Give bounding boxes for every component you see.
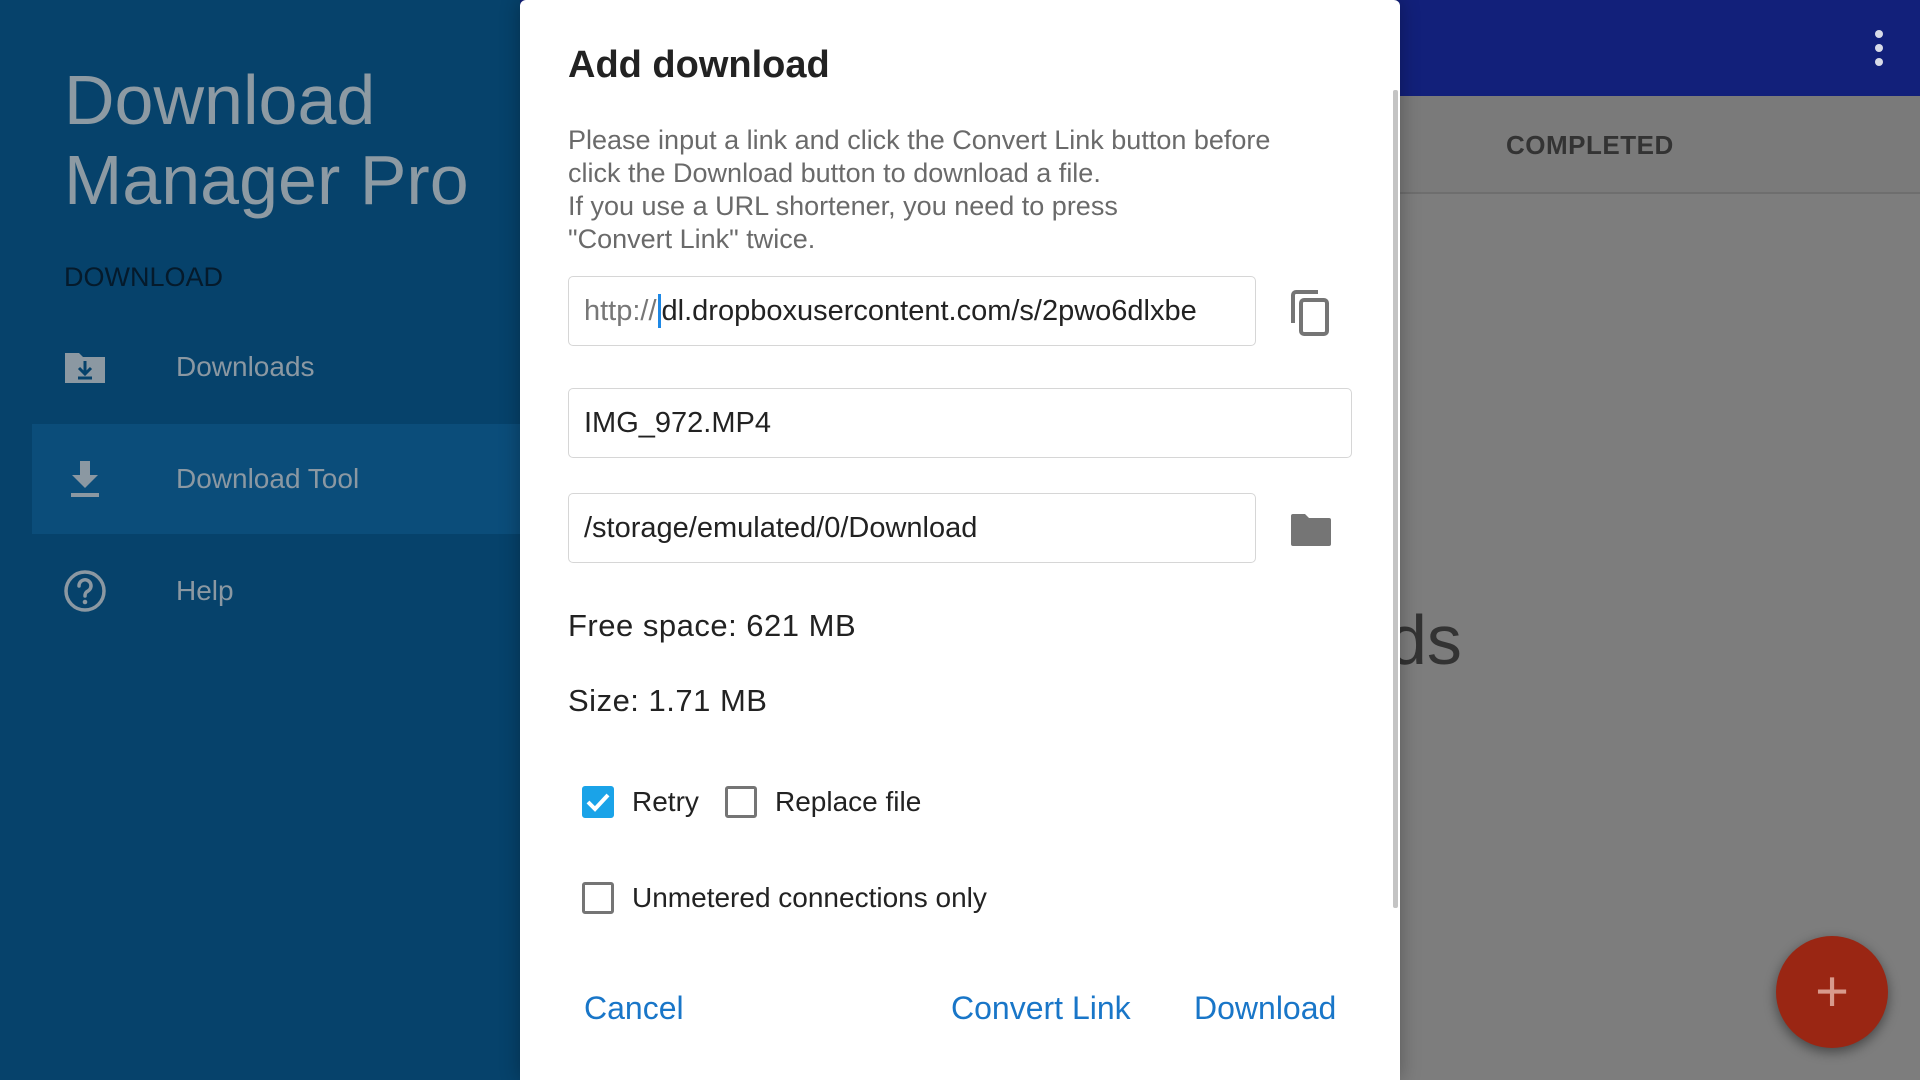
replace-file-checkbox[interactable]: Replace file xyxy=(725,786,921,818)
more-options-icon[interactable] xyxy=(1874,30,1884,66)
drawer-item-label: Help xyxy=(176,575,234,606)
add-fab-button[interactable]: + xyxy=(1776,936,1888,1048)
free-space-text: Free space: 621 MB xyxy=(568,608,857,643)
replace-file-label: Replace file xyxy=(775,786,922,817)
drawer-section-header: DOWNLOAD xyxy=(64,262,224,292)
cancel-button[interactable]: Cancel xyxy=(584,990,684,1027)
filename-input[interactable]: IMG_972.MP4 xyxy=(568,388,1352,458)
dialog-description: Please input a link and click the Conver… xyxy=(568,125,1271,254)
folder-icon[interactable] xyxy=(1290,512,1332,548)
file-size-text: Size: 1.71 MB xyxy=(568,683,768,718)
checkbox-unchecked[interactable] xyxy=(582,882,614,914)
check-icon xyxy=(586,793,610,812)
retry-label: Retry xyxy=(632,786,699,817)
unmetered-label: Unmetered connections only xyxy=(632,882,987,913)
unmetered-checkbox[interactable]: Unmetered connections only xyxy=(582,882,987,914)
add-download-dialog: Add download Please input a link and cli… xyxy=(520,0,1400,1080)
tab-completed[interactable]: COMPLETED xyxy=(1506,130,1674,161)
drawer-item-help[interactable]: Help xyxy=(32,536,520,646)
url-input[interactable]: http://dl.dropboxusercontent.com/s/2pwo6… xyxy=(568,276,1256,346)
save-path-input[interactable]: /storage/emulated/0/Download xyxy=(568,493,1256,563)
help-circle-icon xyxy=(62,568,108,614)
download-button[interactable]: Download xyxy=(1194,990,1336,1027)
drawer-item-label: Download Tool xyxy=(176,463,360,494)
drawer-item-label: Downloads xyxy=(176,351,315,382)
drawer-item-download-tool[interactable]: Download Tool xyxy=(32,424,520,534)
checkbox-unchecked[interactable] xyxy=(725,786,757,818)
dialog-title: Add download xyxy=(568,44,830,86)
navigation-drawer: Download Manager Pro DOWNLOAD Downloads … xyxy=(0,0,520,1080)
text-cursor xyxy=(657,294,661,328)
plus-icon: + xyxy=(1815,959,1849,1024)
convert-link-button[interactable]: Convert Link xyxy=(951,990,1131,1027)
dialog-scrollbar[interactable] xyxy=(1393,90,1398,908)
folder-download-icon xyxy=(62,344,108,390)
drawer-app-title: Download Manager Pro xyxy=(64,61,469,219)
download-arrow-icon xyxy=(62,456,108,502)
drawer-item-downloads[interactable]: Downloads xyxy=(32,312,520,422)
checkbox-checked[interactable] xyxy=(582,786,614,818)
paste-icon[interactable] xyxy=(1288,290,1332,336)
retry-checkbox[interactable]: Retry xyxy=(582,786,699,818)
